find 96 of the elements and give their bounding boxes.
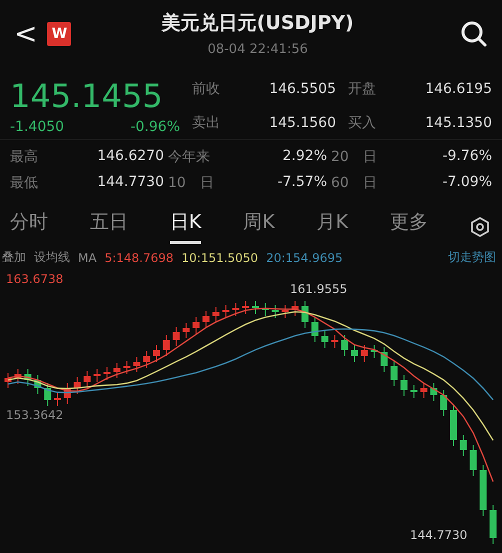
candlestick bbox=[351, 344, 358, 362]
candlestick bbox=[74, 376, 81, 394]
ma-value: 20:154.9695 bbox=[266, 250, 343, 264]
stat-label: 买入 bbox=[348, 114, 376, 132]
candlestick bbox=[360, 344, 368, 362]
candlestick bbox=[14, 368, 22, 384]
candlestick bbox=[104, 366, 110, 380]
set-ma-option[interactable]: 设均线 bbox=[34, 249, 70, 266]
candlestick bbox=[380, 346, 388, 372]
candlestick bbox=[311, 316, 318, 342]
candlestick bbox=[143, 350, 150, 368]
candlestick bbox=[480, 464, 487, 516]
stat-value: -7.57% bbox=[276, 174, 327, 192]
current-price: 145.1455 bbox=[10, 77, 164, 116]
stat-value: 145.1560 bbox=[268, 115, 336, 132]
settings-icon[interactable] bbox=[470, 216, 490, 237]
candlestick bbox=[113, 362, 120, 378]
app-logo: W bbox=[47, 22, 72, 46]
candlestick bbox=[262, 302, 269, 316]
stat-label: 今年来 bbox=[168, 148, 211, 166]
change-percent: -0.96% bbox=[130, 119, 180, 136]
candlestick bbox=[222, 304, 230, 318]
overlay-option[interactable]: 叠加 bbox=[2, 249, 26, 266]
candlestick bbox=[341, 334, 348, 356]
back-button[interactable]: < bbox=[14, 17, 38, 50]
price-label: 153.3642 bbox=[6, 408, 64, 422]
candlestick bbox=[390, 360, 398, 386]
stat-label: 开盘 bbox=[348, 80, 376, 98]
candlestick bbox=[54, 392, 61, 406]
stat-label: 最高 bbox=[10, 148, 39, 166]
candlestick bbox=[420, 382, 428, 398]
candlestick bbox=[153, 344, 160, 362]
candlestick bbox=[44, 382, 52, 406]
candlestick bbox=[321, 330, 328, 348]
candlestick bbox=[460, 434, 467, 456]
stat-value: 144.7730 bbox=[96, 174, 164, 192]
stat-label: 前收 bbox=[192, 80, 220, 98]
stat-value: 2.92% bbox=[282, 148, 327, 166]
candlestick bbox=[24, 368, 32, 386]
candlestick bbox=[400, 374, 408, 396]
timestamp: 08-04 22:41:56 bbox=[208, 42, 308, 58]
stat-value: -9.76% bbox=[441, 148, 492, 166]
ma-value: 5:148.7698 bbox=[104, 250, 174, 264]
stat-label: 卖出 bbox=[192, 114, 220, 132]
candlestick bbox=[292, 300, 299, 316]
candlestick bbox=[370, 344, 378, 358]
candlestick bbox=[192, 316, 200, 334]
candlestick bbox=[302, 300, 308, 328]
low-price-label: 144.7730 bbox=[410, 528, 468, 542]
max-axis-label: 163.6738 bbox=[6, 272, 64, 286]
candlestick bbox=[272, 304, 279, 318]
ma-value: 10:151.5050 bbox=[182, 250, 258, 264]
candlestick bbox=[282, 304, 289, 318]
page-title: 美元兑日元(USDJPY) bbox=[162, 11, 354, 36]
candlestick bbox=[172, 326, 180, 346]
candlestick bbox=[470, 444, 477, 476]
candlestick bbox=[182, 322, 190, 338]
stat-value: -7.09% bbox=[441, 174, 492, 192]
candlestick bbox=[331, 334, 338, 348]
price-change: -1.4050 bbox=[10, 119, 64, 136]
stat-value: 146.6195 bbox=[424, 81, 492, 98]
candlestick bbox=[430, 382, 438, 402]
candlestick bbox=[34, 374, 42, 394]
candlestick bbox=[4, 372, 12, 388]
candlestick bbox=[252, 300, 259, 314]
period-tab[interactable]: 更多 bbox=[390, 209, 428, 244]
stat-value: 145.1350 bbox=[424, 115, 492, 132]
candlestick bbox=[162, 334, 170, 356]
candlestick bbox=[440, 390, 448, 416]
candlestick bbox=[64, 382, 71, 404]
stat-label: 60 日 bbox=[331, 174, 378, 192]
stat-label: 10 日 bbox=[168, 174, 215, 192]
period-tab[interactable]: 周K bbox=[243, 209, 275, 244]
candlestick bbox=[123, 360, 130, 374]
candlestick bbox=[84, 370, 91, 388]
ma-label: MA bbox=[78, 250, 97, 264]
candlestick bbox=[450, 404, 457, 446]
stat-label: 20 日 bbox=[331, 148, 378, 166]
candlestick bbox=[202, 310, 210, 328]
stat-label: 最低 bbox=[10, 174, 39, 192]
stat-value: 146.6270 bbox=[96, 148, 164, 166]
candlestick bbox=[212, 306, 220, 322]
search-icon[interactable] bbox=[460, 20, 488, 48]
candlestick bbox=[94, 368, 101, 382]
candlestick bbox=[490, 504, 497, 544]
period-tab[interactable]: 月K bbox=[316, 209, 348, 244]
period-tab[interactable]: 分时 bbox=[10, 209, 48, 244]
period-tab[interactable]: 五日 bbox=[90, 209, 128, 244]
period-tab[interactable]: 日K bbox=[170, 209, 202, 244]
switch-chart-link[interactable]: 切走势图 bbox=[444, 249, 500, 266]
high-price-label: 161.9555 bbox=[290, 282, 348, 296]
candlestick bbox=[242, 300, 250, 314]
stat-value: 146.5505 bbox=[268, 81, 336, 98]
candlestick bbox=[410, 384, 418, 398]
candlestick bbox=[133, 356, 140, 372]
candlestick bbox=[232, 302, 240, 316]
